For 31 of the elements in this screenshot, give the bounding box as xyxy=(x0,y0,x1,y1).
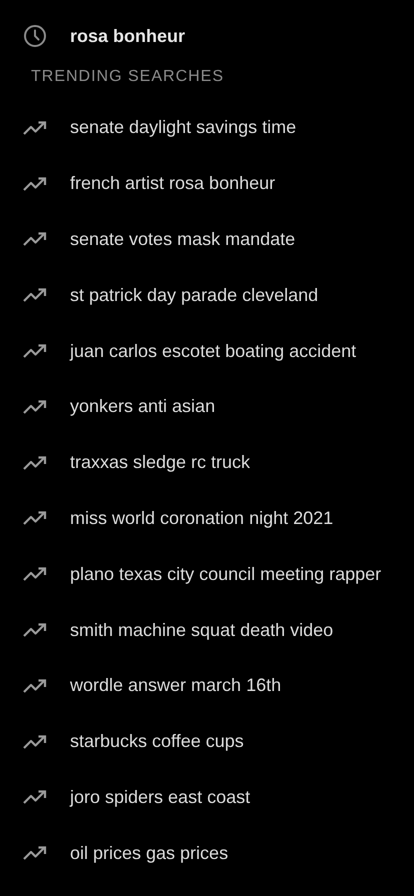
trending-search-item[interactable]: smith machine squat death video xyxy=(0,602,414,658)
section-heading: TRENDING SEARCHES xyxy=(30,67,226,87)
trending-search-item[interactable]: traxxas sledge rc truck xyxy=(0,434,414,491)
trending-up-icon xyxy=(23,789,47,806)
trending-up-icon xyxy=(23,120,47,136)
trending-search-item[interactable]: starbucks coffee cups xyxy=(0,714,414,770)
trending-up-icon xyxy=(23,287,47,304)
trending-search-item[interactable]: wordle answer march 16th xyxy=(0,658,414,714)
trending-search-item[interactable]: joro spiders east coast xyxy=(0,770,414,826)
trending-search-item[interactable]: juan carlos escotet boating accident xyxy=(0,323,414,379)
trending-search-item[interactable]: yonkers anti asian xyxy=(0,378,414,435)
clock-icon xyxy=(23,24,47,48)
trending-up-icon xyxy=(23,510,47,526)
trending-up-icon xyxy=(23,176,47,192)
trending-up-icon xyxy=(23,398,47,415)
trending-up-icon xyxy=(23,231,47,248)
trending-search-item[interactable]: plano texas city council meeting rapper xyxy=(0,546,414,602)
recent-search-item[interactable]: rosa bonheur xyxy=(0,8,414,64)
trending-up-icon xyxy=(23,678,47,694)
trending-up-icon xyxy=(23,845,47,862)
trending-up-icon xyxy=(23,454,47,471)
trending-search-item[interactable]: oil prices gas prices xyxy=(0,825,414,882)
trending-up-icon xyxy=(23,734,47,750)
trending-search-item[interactable]: miss world coronation night 2021 xyxy=(0,490,414,546)
trending-up-icon xyxy=(23,566,47,582)
trending-up-icon xyxy=(23,622,47,638)
trending-search-item[interactable]: senate daylight savings time xyxy=(0,100,414,156)
trending-up-icon xyxy=(23,343,47,360)
trending-search-item[interactable]: french artist rosa bonheur xyxy=(0,156,414,212)
trending-search-item[interactable]: st patrick day parade cleveland xyxy=(0,267,414,324)
trending-search-item[interactable]: senate votes mask mandate xyxy=(0,212,414,268)
